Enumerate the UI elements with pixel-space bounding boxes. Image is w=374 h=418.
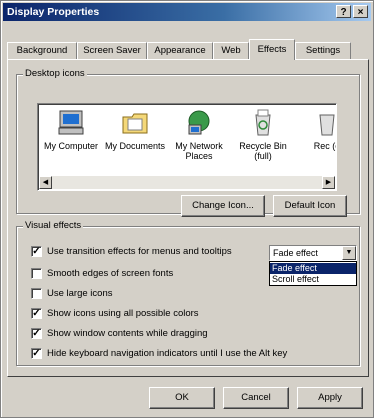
hide-keyboard-indicators-checkbox[interactable]: ✓ [31, 348, 42, 359]
network-places-icon [188, 110, 210, 135]
dropdown-option-scroll[interactable]: Scroll effect [270, 274, 356, 285]
window-contents-checkbox[interactable]: ✓ [31, 328, 42, 339]
scroll-left-arrow-icon[interactable]: ◀ [39, 176, 52, 189]
icon-list-scrollbar[interactable]: ◀ ▶ [39, 176, 335, 189]
desktop-item-label: Recycle Bin (full) [239, 141, 287, 161]
desktop-item-label: My Network Places [175, 141, 223, 161]
desktop-item-label: My Documents [104, 141, 166, 151]
tab-background[interactable]: Background [7, 42, 77, 59]
tab-appearance[interactable]: Appearance [147, 42, 213, 59]
dropdown-option-fade[interactable]: Fade effect [270, 263, 356, 274]
tab-strip: Background Screen Saver Appearance Web E… [7, 39, 369, 60]
checkbox-label: Show window contents while dragging [47, 328, 208, 339]
checkbox-label: Show icons using all possible colors [47, 308, 199, 319]
large-icons-checkbox[interactable] [31, 288, 42, 299]
scroll-right-arrow-icon[interactable]: ▶ [322, 176, 335, 189]
desktop-icons-group-label: Desktop icons [23, 68, 87, 79]
desktop-item-network-places[interactable]: My Network Places [166, 108, 232, 161]
window-title: Display Properties [7, 6, 100, 18]
desktop-item-recycle-bin-empty[interactable]: Rec (e [294, 108, 336, 151]
desktop-item-recycle-bin[interactable]: Recycle Bin (full) [230, 108, 296, 161]
desktop-icons-group: Desktop icons My Computer My Documents M… [16, 68, 360, 217]
desktop-item-my-documents[interactable]: My Documents [102, 108, 168, 151]
ok-button[interactable]: OK [149, 387, 215, 409]
transition-effect-select[interactable]: Fade effect ▼ [269, 245, 357, 261]
transition-effect-dropdown: Fade effect Scroll effect [269, 261, 357, 286]
checkbox-label: Hide keyboard navigation indicators unti… [47, 348, 288, 359]
cancel-button[interactable]: Cancel [223, 387, 289, 409]
desktop-icon-list[interactable]: My Computer My Documents My Network Plac… [37, 103, 337, 191]
tab-settings[interactable]: Settings [295, 42, 351, 59]
tab-web[interactable]: Web [213, 42, 249, 59]
title-bar[interactable]: Display Properties ? × [3, 3, 371, 21]
display-properties-dialog: Display Properties ? × Background Screen… [0, 0, 374, 418]
close-button[interactable]: × [353, 5, 368, 18]
checkbox-label: Use large icons [47, 288, 113, 299]
my-computer-icon [58, 110, 84, 135]
help-button[interactable]: ? [336, 5, 351, 18]
my-documents-icon [122, 113, 148, 134]
recycle-bin-icon [319, 114, 335, 136]
apply-button[interactable]: Apply [297, 387, 363, 409]
change-icon-button[interactable]: Change Icon... [181, 195, 265, 217]
recycle-bin-icon [255, 109, 271, 136]
smooth-edges-checkbox[interactable] [31, 268, 42, 279]
default-icon-button[interactable]: Default Icon [273, 195, 347, 217]
visual-effects-group-label: Visual effects [23, 220, 84, 231]
tab-screen-saver[interactable]: Screen Saver [77, 42, 147, 59]
chevron-down-icon[interactable]: ▼ [342, 246, 356, 260]
tab-effects[interactable]: Effects [249, 39, 295, 60]
all-colors-checkbox[interactable]: ✓ [31, 308, 42, 319]
checkbox-label: Smooth edges of screen fonts [47, 268, 174, 279]
desktop-item-label: Rec (e [313, 141, 336, 151]
effects-panel: Desktop icons My Computer My Documents M… [7, 59, 369, 377]
visual-effects-group: Visual effects ✓ Use transition effects … [16, 220, 360, 366]
desktop-item-my-computer[interactable]: My Computer [38, 108, 104, 151]
transition-effect-value: Fade effect [273, 248, 318, 258]
transition-effects-checkbox[interactable]: ✓ [31, 246, 42, 257]
checkbox-label: Use transition effects for menus and too… [47, 246, 232, 257]
desktop-item-label: My Computer [43, 141, 98, 151]
